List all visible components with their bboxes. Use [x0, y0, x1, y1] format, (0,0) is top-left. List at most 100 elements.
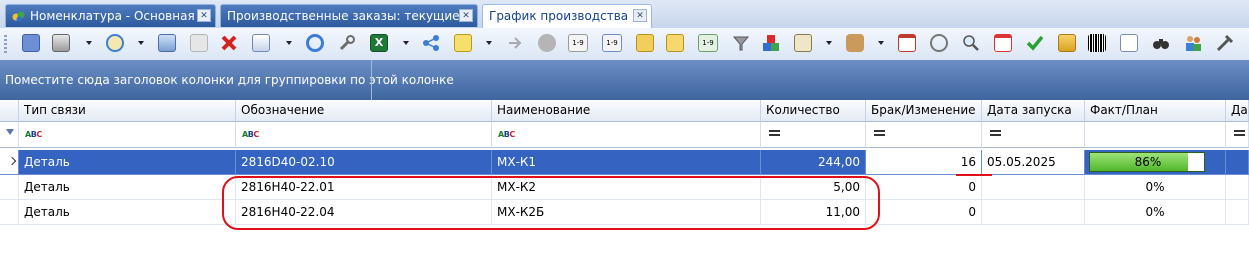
cell-defect[interactable]: 16: [866, 150, 982, 175]
funnel-icon[interactable]: [732, 34, 750, 52]
column-header-designation[interactable]: Обозначение: [236, 100, 492, 122]
shapes-icon[interactable]: [762, 34, 780, 52]
row-indicator-header: [0, 100, 19, 122]
calendar-icon[interactable]: [190, 34, 208, 52]
group-panel-divider: [371, 60, 372, 100]
checklist-icon[interactable]: [1120, 34, 1138, 52]
download-icon[interactable]: [158, 34, 176, 52]
row-indicator[interactable]: [0, 175, 19, 200]
cell-fact-plan[interactable]: 0%: [1085, 175, 1226, 200]
share-icon[interactable]: [422, 34, 440, 52]
note-icon[interactable]: [454, 34, 472, 52]
cell-date[interactable]: [1226, 150, 1249, 175]
tab-production-orders[interactable]: Производственные заказы: текущие ✕: [220, 4, 478, 27]
filter-fact-plan[interactable]: [1085, 122, 1226, 148]
chevron-down-icon[interactable]: [403, 41, 409, 45]
cell-quantity[interactable]: 11,00: [761, 200, 866, 225]
cell-designation[interactable]: 2816D40-02.10: [236, 150, 492, 175]
filter-link-type[interactable]: ABC: [19, 122, 236, 148]
cell-name[interactable]: МХ-К1: [492, 150, 761, 175]
delete-icon[interactable]: [220, 34, 238, 52]
tab-nomenclature[interactable]: Номенклатура - Основная ✕: [5, 4, 216, 27]
cell-defect[interactable]: 0: [866, 200, 982, 225]
cell-fact-plan[interactable]: 0%: [1085, 200, 1226, 225]
filter-name[interactable]: ABC: [492, 122, 761, 148]
barcode-icon[interactable]: [1088, 34, 1106, 52]
tab-production-schedule[interactable]: График производства ✕: [482, 4, 652, 29]
cell-start-date[interactable]: [982, 200, 1085, 225]
cell-link-type[interactable]: Деталь: [19, 200, 236, 225]
schedule-icon[interactable]: [898, 34, 916, 52]
table-row[interactable]: Деталь 2816D40-02.10 МХ-К1 244,00 16 05.…: [0, 150, 1249, 175]
cell-date[interactable]: [1226, 175, 1249, 200]
record-disabled-icon[interactable]: [538, 34, 556, 52]
chevron-down-icon[interactable]: [286, 41, 292, 45]
table-row[interactable]: Деталь 2816H40-22.04 МХ-К2Б 11,00 0 0%: [0, 200, 1249, 225]
cell-designation[interactable]: 2816H40-22.04: [236, 200, 492, 225]
sequence-icon[interactable]: 1-9: [568, 34, 588, 52]
filter-designation[interactable]: ABC: [236, 122, 492, 148]
gauge-icon[interactable]: [930, 34, 948, 52]
equals-filter-icon: [1234, 130, 1245, 136]
cell-name[interactable]: МХ-К2: [492, 175, 761, 200]
column-header-link-type[interactable]: Тип связи: [19, 100, 236, 122]
filter-defect[interactable]: [866, 122, 982, 148]
chevron-down-icon[interactable]: [878, 41, 884, 45]
row-indicator[interactable]: [0, 150, 19, 175]
chevron-down-icon[interactable]: [86, 41, 92, 45]
preview-icon[interactable]: [106, 34, 124, 52]
table-row[interactable]: Деталь 2816H40-22.01 МХ-К2 5,00 0 0%: [0, 175, 1249, 200]
filter-date[interactable]: [1226, 122, 1249, 148]
filter-icon: [6, 129, 14, 135]
document-edit-icon[interactable]: [666, 34, 684, 52]
cell-date[interactable]: [1226, 200, 1249, 225]
cell-start-date[interactable]: 05.05.2025: [982, 150, 1085, 175]
close-icon[interactable]: ✕: [197, 9, 211, 22]
excel-icon[interactable]: X: [370, 34, 388, 52]
clipboard-icon[interactable]: [794, 34, 812, 52]
column-header-fact-plan[interactable]: Факт/План: [1085, 100, 1226, 122]
cell-link-type[interactable]: Деталь: [19, 150, 236, 175]
chevron-down-icon[interactable]: [138, 41, 144, 45]
sequence-check-icon[interactable]: 1-9: [698, 34, 718, 52]
filter-quantity[interactable]: [761, 122, 866, 148]
forward-disabled-icon[interactable]: [506, 34, 524, 52]
tools-icon[interactable]: [1216, 34, 1234, 52]
column-header-start-date[interactable]: Дата запуска: [982, 100, 1085, 122]
cell-quantity[interactable]: 244,00: [761, 150, 866, 175]
filter-window-icon[interactable]: [252, 34, 270, 52]
wrench-icon[interactable]: [338, 34, 356, 52]
column-header-name[interactable]: Наименование: [492, 100, 761, 122]
checkmark-icon[interactable]: [1026, 34, 1044, 52]
cell-designation[interactable]: 2816H40-22.01: [236, 175, 492, 200]
toolbar-grip: [4, 35, 7, 53]
hammer-icon[interactable]: [846, 34, 864, 52]
chevron-down-icon[interactable]: [826, 41, 832, 45]
close-icon[interactable]: ✕: [633, 9, 647, 22]
chevron-down-icon[interactable]: [486, 41, 492, 45]
column-header-date[interactable]: Да: [1226, 100, 1249, 122]
column-header-quantity[interactable]: Количество: [761, 100, 866, 122]
search-icon[interactable]: [962, 34, 980, 52]
package-icon[interactable]: [1058, 34, 1076, 52]
copy-icon[interactable]: [636, 34, 654, 52]
column-header-defect[interactable]: Брак/Изменение: [866, 100, 982, 122]
print-icon[interactable]: [52, 34, 70, 52]
cell-defect[interactable]: 0: [866, 175, 982, 200]
sequence-edit-icon[interactable]: 1-9: [602, 34, 622, 52]
cell-fact-plan[interactable]: 86%: [1085, 150, 1226, 175]
refresh-icon[interactable]: [306, 34, 324, 52]
filter-start-date[interactable]: [982, 122, 1085, 148]
cell-name[interactable]: МХ-К2Б: [492, 200, 761, 225]
tab-label: График производства: [489, 9, 629, 23]
close-icon[interactable]: ✕: [459, 9, 473, 22]
calendar-view-icon[interactable]: [22, 34, 40, 52]
cell-quantity[interactable]: 5,00: [761, 175, 866, 200]
date-icon[interactable]: [994, 34, 1012, 52]
cell-start-date[interactable]: [982, 175, 1085, 200]
group-by-panel[interactable]: Поместите сюда заголовок колонки для гру…: [0, 60, 1249, 100]
cell-link-type[interactable]: Деталь: [19, 175, 236, 200]
row-indicator[interactable]: [0, 200, 19, 225]
binoculars-icon[interactable]: [1152, 34, 1170, 52]
users-icon[interactable]: [1184, 34, 1202, 52]
